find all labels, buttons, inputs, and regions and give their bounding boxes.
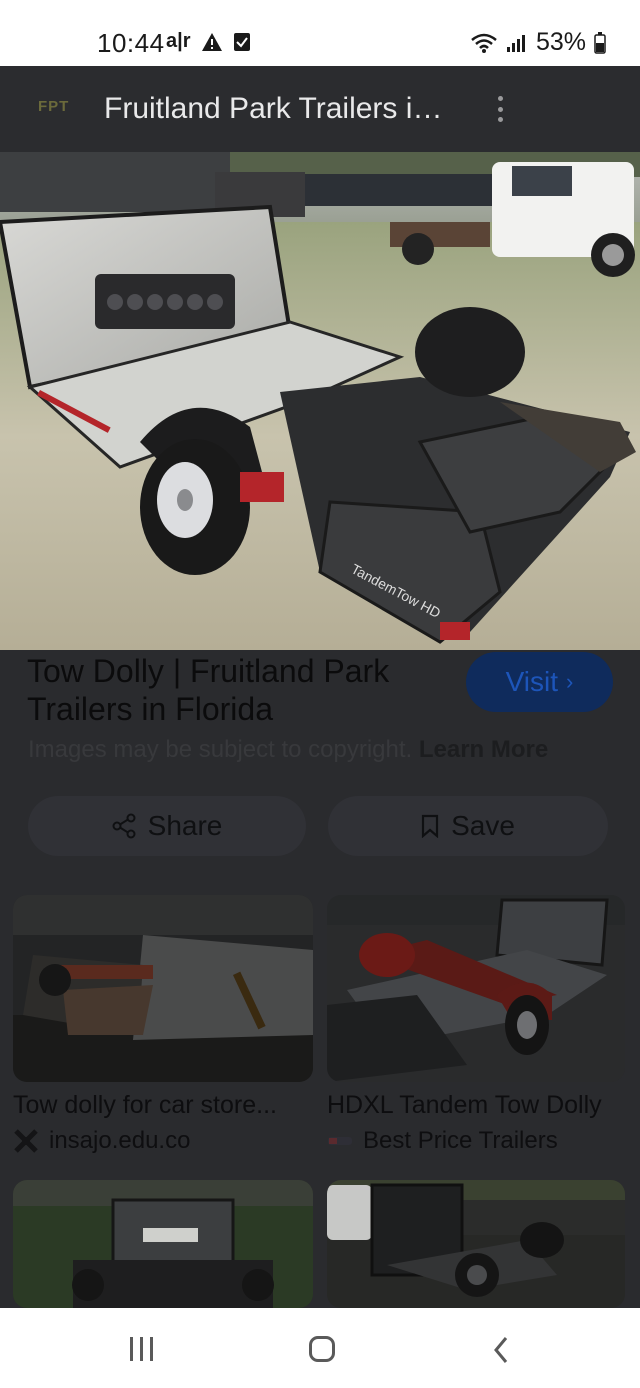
image-viewer-header: FPT Fruitland Park Trailers in Florida — [0, 66, 640, 152]
more-dot-icon — [497, 106, 503, 112]
status-notification-icons: a|r — [166, 30, 251, 53]
status-bar: 10:44 a|r 53% — [0, 0, 640, 66]
more-dot-icon — [497, 96, 503, 101]
battery-percent: 53% — [535, 28, 586, 56]
trailer-logo-icon — [328, 1137, 352, 1145]
system-navigation-bar — [0, 1308, 640, 1388]
result-title[interactable]: Tow Dolly | Fruitland Park Trailers in F… — [27, 652, 447, 728]
related-image-4[interactable] — [327, 1180, 625, 1308]
recents-bar-icon — [150, 1337, 153, 1361]
related-photo — [327, 895, 625, 1082]
recents-bar-icon — [130, 1337, 133, 1361]
source-label: Best Price Trailers — [363, 1127, 558, 1154]
warning-icon — [201, 32, 222, 51]
visit-label: Visit — [505, 666, 559, 697]
copyright-notice: Images may be subject to copyright. Lear… — [28, 736, 548, 764]
site-logo[interactable]: FPT — [38, 98, 74, 120]
related-image-3[interactable] — [13, 1180, 313, 1308]
related-source-2[interactable]: Best Price Trailers — [327, 1127, 558, 1155]
copyright-text: Images may be subject to copyright. — [28, 736, 413, 763]
wifi-icon — [471, 33, 497, 53]
signal-icon — [506, 34, 525, 52]
save-label: Save — [451, 810, 515, 841]
related-photo — [13, 1180, 313, 1308]
share-button[interactable]: Share — [28, 796, 306, 856]
visit-button[interactable]: Visit › — [466, 652, 613, 712]
tow-dolly-photo: TandemTow HD — [0, 152, 640, 650]
related-caption-1[interactable]: Tow dolly for car store... — [13, 1091, 313, 1120]
learn-more-link[interactable]: Learn More — [419, 736, 548, 763]
related-image-1[interactable] — [13, 895, 313, 1082]
source-label: insajo.edu.co — [49, 1127, 191, 1154]
related-image-2[interactable] — [327, 895, 625, 1082]
save-button[interactable]: Save — [328, 796, 608, 856]
cross-logo-icon — [14, 1129, 38, 1153]
bookmark-icon — [421, 814, 439, 838]
carrier-icon: a|r — [166, 30, 191, 52]
share-icon — [112, 813, 136, 839]
more-options-button[interactable] — [488, 92, 512, 126]
status-time: 10:44 — [97, 28, 165, 58]
main-image[interactable]: TandemTow HD — [0, 152, 640, 650]
battery-icon — [594, 31, 606, 54]
back-button[interactable] — [493, 1336, 509, 1369]
related-photo — [327, 1180, 625, 1308]
more-dot-icon — [497, 117, 503, 122]
related-photo — [13, 895, 313, 1082]
back-chevron-icon — [494, 1337, 508, 1363]
recent-apps-button[interactable] — [130, 1337, 153, 1361]
share-label: Share — [147, 810, 223, 841]
home-button[interactable] — [309, 1336, 335, 1362]
checkbox-notification-icon — [233, 32, 250, 51]
chevron-right-icon: › — [566, 669, 574, 694]
header-title[interactable]: Fruitland Park Trailers in Florida — [104, 92, 444, 126]
status-system-icons: 53% — [470, 28, 606, 57]
recents-bar-icon — [140, 1337, 143, 1361]
related-source-1[interactable]: insajo.edu.co — [13, 1127, 190, 1155]
related-caption-2[interactable]: HDXL Tandem Tow Dolly — [327, 1091, 627, 1120]
